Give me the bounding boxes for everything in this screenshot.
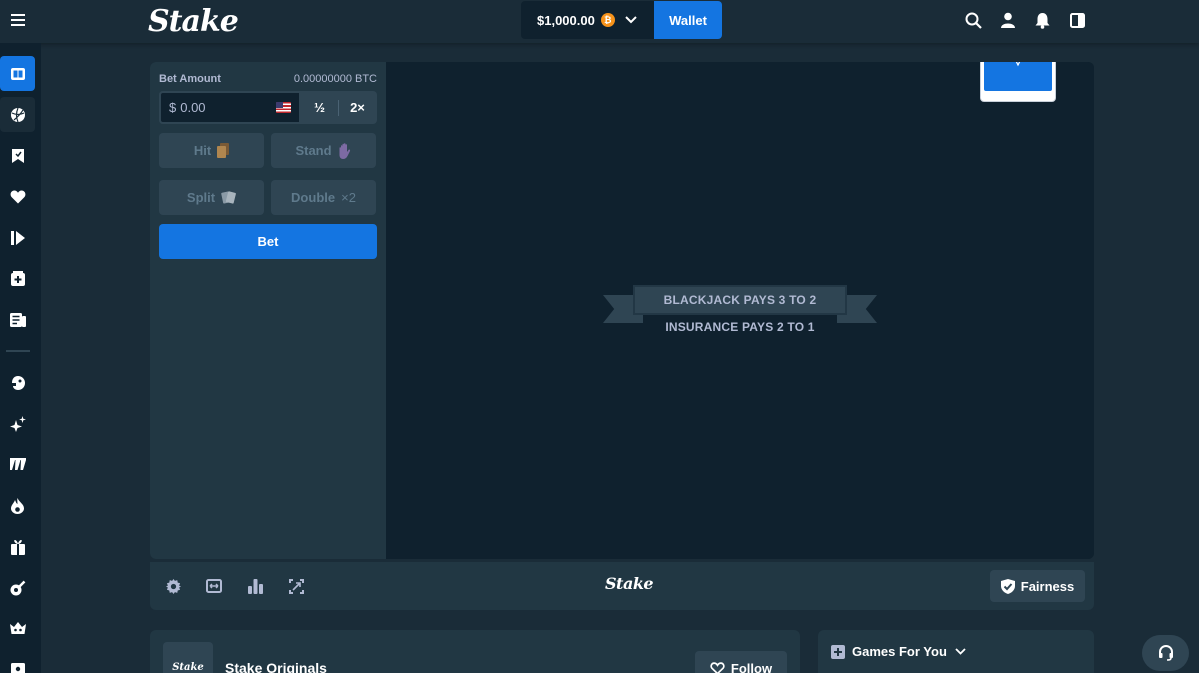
game-footer-bar: Stake Fairness xyxy=(150,562,1094,610)
bet-amount-input[interactable]: $ 0.00 xyxy=(159,91,301,124)
stake-logo[interactable]: Stake xyxy=(148,4,239,39)
games-for-you-panel: Games For You xyxy=(818,630,1094,673)
hand-icon xyxy=(338,142,352,159)
sidebar-item-live-casino[interactable] xyxy=(0,570,35,605)
wallet-button[interactable]: Wallet xyxy=(654,1,722,39)
chevron-down-icon xyxy=(955,648,966,655)
double-label: Double xyxy=(291,190,336,205)
insurance-payout-rule: INSURANCE PAYS 2 TO 1 xyxy=(665,320,815,334)
double-multiplier: ×2 xyxy=(341,190,356,205)
split-label: Split xyxy=(186,190,216,205)
stand-button[interactable]: Stand xyxy=(271,133,376,168)
double-bet-button[interactable]: 2× xyxy=(339,91,376,124)
sidebar-item-hot[interactable] xyxy=(0,488,35,523)
shield-check-icon xyxy=(1000,578,1015,594)
sidebar-item-game-shows[interactable] xyxy=(0,611,35,646)
sidebar-item-sports[interactable] xyxy=(0,97,35,132)
originals-thumbnail: Stake xyxy=(163,642,213,673)
heart-outline-icon xyxy=(710,661,725,673)
bet-amount-header: Bet Amount 0.00000000 BTC xyxy=(159,73,377,85)
sidebar-item-bookmarks[interactable] xyxy=(0,138,35,173)
bet-panel: Bet Amount 0.00000000 BTC $ 0.00 ½ 2× Hi… xyxy=(150,62,386,559)
user-icon[interactable] xyxy=(997,9,1019,31)
bitcoin-icon: ₿ xyxy=(600,13,615,27)
bet-amount-value: 0.00 xyxy=(180,100,206,115)
currency-prefix: $ xyxy=(169,100,177,115)
games-for-you-dropdown[interactable]: Games For You xyxy=(831,644,966,659)
follow-button[interactable]: Follow xyxy=(695,651,787,673)
stats-icon[interactable] xyxy=(245,576,265,596)
sidebar-divider xyxy=(6,350,30,352)
sidebar-toggle-icon[interactable] xyxy=(1066,9,1088,31)
games-for-you-icon xyxy=(831,644,845,659)
sidebar-item-promotions[interactable] xyxy=(0,529,35,564)
sidebar-item-recent[interactable] xyxy=(0,220,35,255)
blackjack-payout-rule: BLACKJACK PAYS 3 TO 2 xyxy=(633,285,847,315)
hit-button[interactable]: Hit xyxy=(159,133,264,168)
originals-panel: Stake Stake Originals Follow xyxy=(150,630,800,673)
originals-title[interactable]: Stake Originals xyxy=(225,660,327,673)
top-bar: Stake $1,000.00 ₿ Wallet xyxy=(0,0,1199,43)
stake-footer-logo: Stake xyxy=(605,574,654,593)
card-icon xyxy=(217,143,230,158)
chevron-down-icon xyxy=(625,16,637,24)
sidebar-item-slots[interactable] xyxy=(0,447,35,482)
theatre-mode-icon[interactable] xyxy=(204,576,224,596)
sidebar-item-my-bets[interactable] xyxy=(0,302,35,337)
blackjack-table: BLACKJACK PAYS 3 TO 2 INSURANCE PAYS 2 T… xyxy=(386,62,1094,559)
sidebar xyxy=(0,43,41,673)
headset-icon xyxy=(1158,645,1173,661)
sidebar-item-new-releases[interactable] xyxy=(0,406,35,441)
sidebar-item-originals[interactable] xyxy=(0,365,35,400)
settings-icon[interactable] xyxy=(163,576,183,596)
fullscreen-icon[interactable] xyxy=(286,576,306,596)
half-bet-button[interactable]: ½ xyxy=(301,91,338,124)
fairness-button[interactable]: Fairness xyxy=(990,570,1085,602)
notification-icon[interactable] xyxy=(1031,9,1053,31)
sidebar-item-challenges[interactable] xyxy=(0,261,35,296)
fairness-label: Fairness xyxy=(1020,578,1075,594)
blackjack-game: Bet Amount 0.00000000 BTC $ 0.00 ½ 2× Hi… xyxy=(150,62,1094,559)
card-back-pattern xyxy=(984,62,1052,91)
us-flag-icon xyxy=(276,102,291,113)
split-cards-icon xyxy=(221,190,236,205)
split-button[interactable]: Split xyxy=(159,180,264,215)
menu-icon[interactable] xyxy=(4,6,32,34)
stand-label: Stand xyxy=(295,143,332,158)
bet-amount-label: Bet Amount xyxy=(159,73,221,85)
sidebar-item-casino[interactable] xyxy=(0,56,35,91)
sidebar-item-more[interactable] xyxy=(0,652,35,673)
sidebar-item-favourites[interactable] xyxy=(0,179,35,214)
search-icon[interactable] xyxy=(962,9,984,31)
deck-card-back xyxy=(980,62,1056,102)
bet-button[interactable]: Bet xyxy=(159,224,377,259)
balance-selector[interactable]: $1,000.00 ₿ xyxy=(521,1,654,39)
bet-amount-btc: 0.00000000 BTC xyxy=(293,73,377,85)
bet-amount-control: $ 0.00 ½ 2× xyxy=(159,91,377,124)
double-button[interactable]: Double ×2 xyxy=(271,180,376,215)
games-for-you-label: Games For You xyxy=(852,644,947,659)
support-chat-button[interactable] xyxy=(1142,635,1189,671)
follow-label: Follow xyxy=(730,660,773,673)
balance-amount: $1,000.00 xyxy=(537,12,595,28)
rules-banner: BLACKJACK PAYS 3 TO 2 INSURANCE PAYS 2 T… xyxy=(603,285,877,347)
hit-label: Hit xyxy=(193,143,212,158)
